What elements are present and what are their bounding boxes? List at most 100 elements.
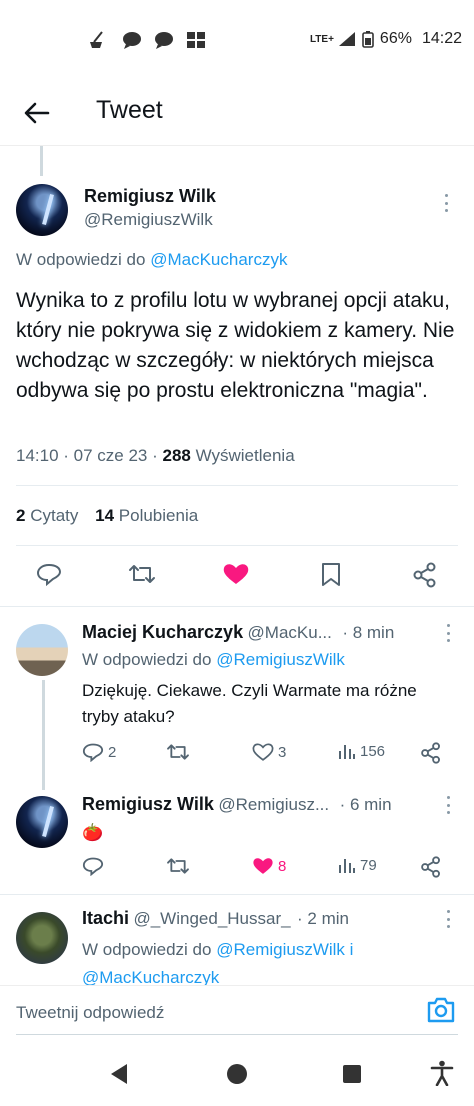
network-label: LTE+ <box>309 33 334 45</box>
app-header: Tweet <box>0 82 474 146</box>
reply-context-prefix: W odpowiedzi do <box>16 250 146 269</box>
like-button[interactable] <box>222 562 250 586</box>
reply-context: W odpowiedzi do @RemigiuszWilk <box>82 650 345 670</box>
comment-icon <box>82 857 104 876</box>
like-button[interactable]: 8 <box>252 856 286 876</box>
avatar[interactable] <box>16 624 68 676</box>
author-handle[interactable]: @RemigiuszWilk <box>84 210 213 230</box>
retweet-button[interactable] <box>128 562 156 586</box>
heart-filled-icon <box>223 564 249 584</box>
views-icon <box>339 745 355 759</box>
author-handle[interactable]: @Remigiusz... <box>218 795 329 814</box>
reply-button[interactable]: 2 <box>82 742 116 762</box>
comment-icon <box>82 743 104 762</box>
reply-context-prefix: W odpowiedzi do <box>82 940 212 959</box>
notification-icons <box>88 30 206 50</box>
views-button[interactable]: 156 <box>338 742 385 760</box>
circle-home-icon <box>227 1064 247 1084</box>
avatar[interactable] <box>16 912 68 964</box>
avatar[interactable] <box>16 796 68 848</box>
arrow-left-icon <box>24 102 50 124</box>
bookmark-button[interactable] <box>320 562 342 588</box>
nav-back-button[interactable] <box>108 1062 130 1091</box>
tweet-text: Wynika to z profilu lotu w wybranej opcj… <box>16 289 455 402</box>
more-options-button[interactable] <box>436 192 456 214</box>
views-count: 156 <box>360 742 386 760</box>
battery-level: 66% <box>379 30 412 47</box>
windows-app-icon <box>187 32 205 48</box>
reply-text: 🍅 <box>82 823 104 842</box>
like-button[interactable]: 3 <box>252 742 286 762</box>
more-options-button[interactable] <box>438 908 458 930</box>
more-options-button[interactable] <box>438 794 458 816</box>
nav-home-button[interactable] <box>226 1063 248 1090</box>
reply-count: 2 <box>108 743 117 761</box>
reply-to-link[interactable]: @RemigiuszWilk <box>216 650 345 669</box>
camera-button[interactable] <box>426 996 456 1029</box>
views-icon <box>339 859 355 873</box>
reply-time: · 2 min <box>297 909 349 928</box>
reply-tweet[interactable]: Maciej Kucharczyk @MacKu... · 8 min W od… <box>0 606 474 790</box>
accessibility-icon <box>430 1060 454 1087</box>
thread-connector <box>42 680 45 790</box>
author-name[interactable]: Remigiusz Wilk <box>82 794 214 814</box>
reply-input[interactable] <box>16 998 426 1028</box>
views-button[interactable]: 79 <box>338 856 377 874</box>
retweet-button[interactable] <box>166 856 194 876</box>
thread-connector <box>40 146 43 176</box>
reply-button[interactable] <box>82 856 108 876</box>
back-button[interactable] <box>20 96 54 130</box>
triangle-back-icon <box>111 1064 127 1084</box>
likes-count: 14 <box>95 506 115 525</box>
bookmark-icon <box>322 563 340 586</box>
tweet-timestamp[interactable]: 14:10 · 07 cze 23 · <box>16 446 158 465</box>
tweet-stats: 2 Cytaty 14 Polubienia <box>16 506 198 526</box>
reply-tweet[interactable]: Remigiusz Wilk @Remigiusz... · 6 min 🍅 8… <box>0 784 474 894</box>
retweet-button[interactable] <box>166 742 194 762</box>
broom-icon <box>90 31 103 48</box>
author-handle[interactable]: @_Winged_Hussar_ <box>133 909 290 928</box>
reply-tweet[interactable]: Itachi @_Winged_Hussar_ · 2 min W odpowi… <box>0 894 474 985</box>
share-button[interactable] <box>420 856 442 878</box>
reply-to-link-2[interactable]: @MacKucharczyk <box>82 968 219 985</box>
likes-label: Polubienia <box>118 506 199 525</box>
share-icon <box>421 856 440 878</box>
chat-bubble-icon-2 <box>155 32 173 49</box>
retweet-icon <box>167 858 189 874</box>
share-button[interactable] <box>420 742 442 764</box>
like-count: 8 <box>278 857 287 875</box>
reply-to-link[interactable]: @RemigiuszWilk i <box>216 940 353 959</box>
reply-to-link[interactable]: @MacKucharczyk <box>150 250 287 269</box>
views-count: 79 <box>360 856 377 874</box>
reply-actions: 8 79 <box>82 856 462 882</box>
system-nav-bar <box>0 1046 474 1106</box>
author-name[interactable]: Remigiusz Wilk <box>84 186 216 207</box>
author-handle[interactable]: @MacKu... <box>248 623 332 642</box>
likes-stat[interactable]: 14 Polubienia <box>95 506 198 525</box>
more-options-button[interactable] <box>438 622 458 644</box>
reply-time: · 8 min <box>342 623 395 642</box>
avatar[interactable] <box>16 184 68 236</box>
divider <box>16 545 458 546</box>
nav-recents-button[interactable] <box>342 1064 362 1089</box>
reply-context: W odpowiedzi do @RemigiuszWilk i @MacKuc… <box>82 936 462 985</box>
author-name[interactable]: Itachi <box>82 908 129 928</box>
heart-filled-icon <box>253 858 273 874</box>
reply-button[interactable] <box>36 562 62 586</box>
share-button[interactable] <box>412 562 438 588</box>
quotes-label: Cytaty <box>30 506 79 525</box>
reply-composer <box>0 985 474 1037</box>
author-name[interactable]: Maciej Kucharczyk <box>82 622 243 642</box>
input-underline <box>16 1034 458 1035</box>
views-label: Wyświetlenia <box>195 446 295 465</box>
comment-icon <box>36 563 62 586</box>
signal-icon <box>338 32 355 46</box>
retweet-icon <box>129 565 155 583</box>
quotes-stat[interactable]: 2 Cytaty <box>16 506 78 525</box>
share-icon <box>413 562 436 588</box>
reply-actions: 2 3 156 <box>82 742 462 768</box>
divider <box>16 485 458 486</box>
accessibility-button[interactable] <box>430 1060 454 1091</box>
share-icon <box>421 742 440 764</box>
views-count: 288 <box>162 446 191 465</box>
